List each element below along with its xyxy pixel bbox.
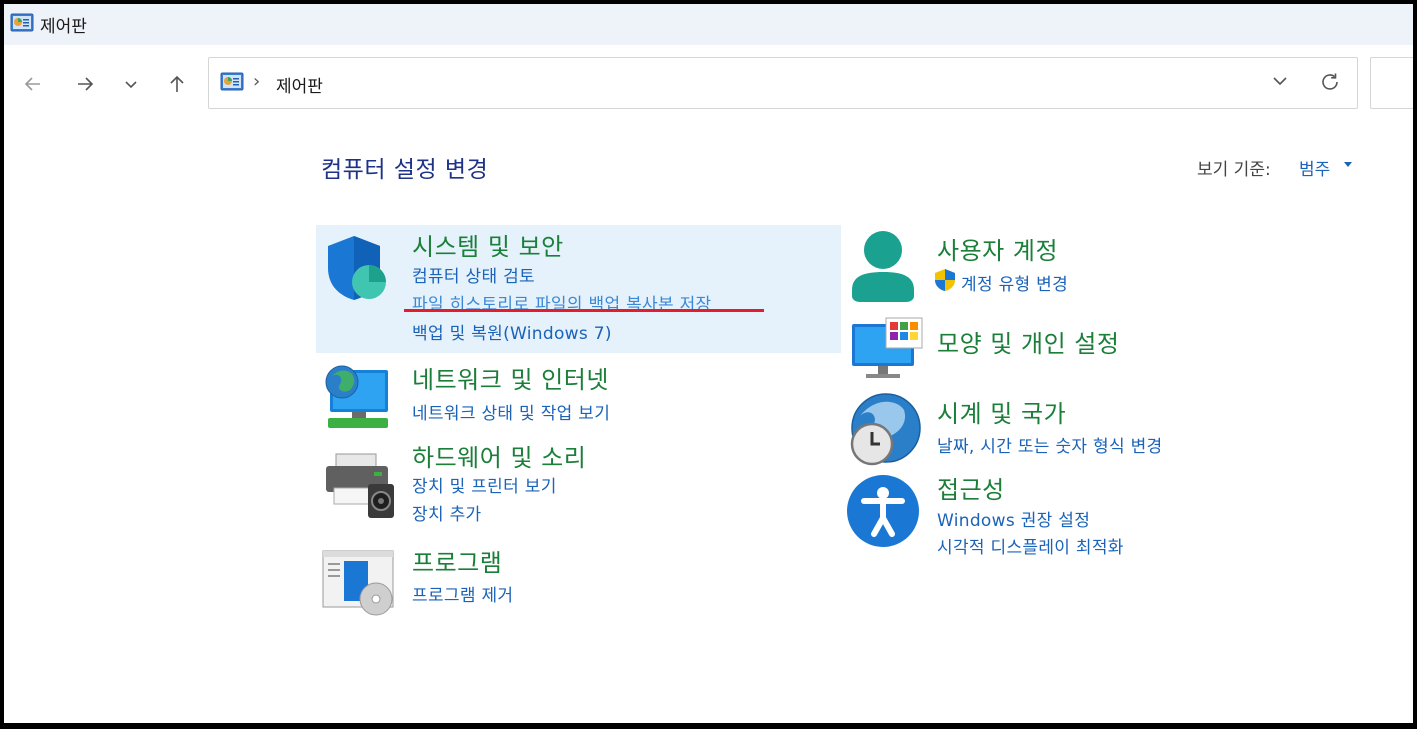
up-button[interactable]: [162, 69, 192, 99]
view-by-dropdown[interactable]: 범주: [1299, 155, 1330, 180]
forward-button[interactable]: [70, 69, 100, 99]
link-backup-restore[interactable]: 백업 및 복원(Windows 7): [412, 319, 612, 344]
shield-icon: [322, 234, 392, 306]
breadcrumb-separator-icon: ›: [253, 71, 261, 92]
link-review-computer-status[interactable]: 컴퓨터 상태 검토: [412, 262, 535, 287]
search-input[interactable]: [1370, 57, 1413, 109]
monitor-personalize-icon: [850, 316, 924, 384]
category-hardware-sound[interactable]: 하드웨어 및 소리: [412, 438, 586, 473]
view-by-label: 보기 기준:: [1197, 160, 1271, 180]
category-ease-of-access[interactable]: 접근성: [937, 470, 1005, 505]
arrow-up-icon: [170, 75, 184, 92]
category-clock-region[interactable]: 시계 및 국가: [937, 394, 1066, 429]
title-bar: 제어판: [4, 4, 1413, 45]
annotation-underline: [404, 309, 764, 312]
clock-globe-icon: [846, 392, 922, 472]
window-title: 제어판: [40, 17, 87, 37]
breadcrumb-control-panel[interactable]: 제어판: [276, 72, 323, 97]
arrow-left-icon: [24, 77, 40, 91]
chevron-down-icon: [1273, 77, 1287, 86]
programs-disc-icon: [322, 549, 396, 621]
category-user-accounts[interactable]: 사용자 계정: [937, 231, 1058, 266]
recent-locations-button[interactable]: [116, 69, 146, 99]
refresh-icon: [1322, 73, 1338, 90]
page-title: 컴퓨터 설정 변경: [321, 157, 489, 183]
control-panel-icon: [10, 12, 34, 38]
printer-speaker-icon: [322, 450, 396, 524]
control-panel-icon: [220, 71, 244, 97]
category-appearance-personalization[interactable]: 모양 및 개인 설정: [937, 324, 1119, 359]
link-date-time-number-format[interactable]: 날짜, 시간 또는 숫자 형식 변경: [937, 432, 1163, 457]
link-devices-printers[interactable]: 장치 및 프린터 보기: [412, 472, 557, 497]
link-optimize-visual-display[interactable]: 시각적 디스플레이 최적화: [937, 533, 1124, 558]
address-bar[interactable]: › 제어판: [208, 57, 1358, 109]
link-add-device[interactable]: 장치 추가: [412, 500, 481, 525]
user-icon: [850, 230, 916, 308]
link-change-account-type[interactable]: 계정 유형 변경: [961, 270, 1068, 295]
link-windows-recommended-settings[interactable]: Windows 권장 설정: [937, 506, 1090, 531]
accessibility-icon: [846, 474, 920, 552]
category-system-security[interactable]: 시스템 및 보안: [412, 227, 564, 262]
category-programs[interactable]: 프로그램: [412, 543, 502, 578]
network-globe-icon: [322, 360, 394, 436]
back-button[interactable]: [18, 69, 48, 99]
link-network-status-tasks[interactable]: 네트워크 상태 및 작업 보기: [412, 399, 610, 424]
address-history-button[interactable]: [1271, 72, 1289, 94]
caret-down-icon: [1344, 162, 1352, 167]
chevron-down-icon: [125, 81, 137, 89]
link-uninstall-program[interactable]: 프로그램 제거: [412, 581, 513, 606]
navigation-bar: › 제어판: [4, 45, 1413, 125]
uac-shield-icon: [934, 268, 956, 296]
category-network-internet[interactable]: 네트워크 및 인터넷: [412, 360, 609, 395]
refresh-button[interactable]: [1319, 71, 1341, 97]
control-panel-window: 제어판 › 제어판 컴퓨터 설정 변경 보기 기준: 범주 시스템 및 보안 컴…: [4, 4, 1413, 723]
arrow-right-icon: [78, 77, 94, 91]
